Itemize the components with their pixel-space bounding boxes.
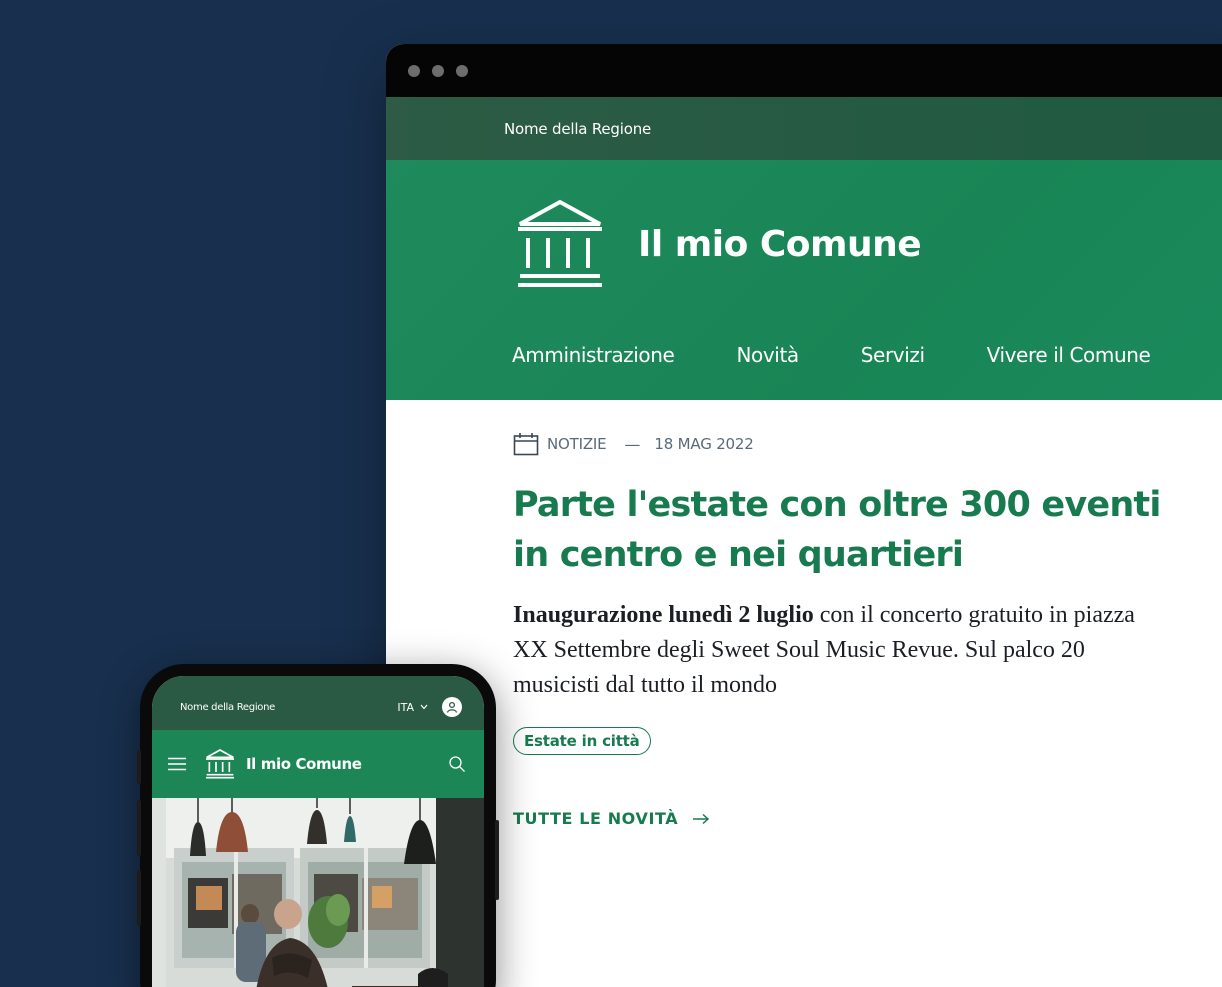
region-link[interactable]: Nome della Regione <box>504 120 651 138</box>
site-title: Il mio Comune <box>638 223 922 265</box>
window-dot-icon <box>456 64 468 77</box>
article-category[interactable]: NOTIZIE <box>547 435 607 453</box>
mobile-header: Il mio Comune <box>152 730 484 798</box>
nav-item-novita[interactable]: Novità <box>736 343 799 367</box>
phone-side-button <box>137 750 141 784</box>
mobile-site-title: Il mio Comune <box>246 755 362 773</box>
mobile-phone-mockup: Nome della Regione ITA Il mio Comune <box>137 664 499 987</box>
user-icon <box>446 701 458 713</box>
article-lead: Inaugurazione lunedì 2 luglio con il con… <box>513 598 1173 703</box>
article-date: 18 MAG 2022 <box>654 435 754 453</box>
user-avatar-button[interactable] <box>442 697 462 717</box>
all-news-link[interactable]: TUTTE LE NOVITÀ <box>513 809 1222 828</box>
article-content: NOTIZIE — 18 MAG 2022 Parte l'estate con… <box>386 400 1222 828</box>
search-icon[interactable] <box>448 755 466 773</box>
mobile-region-actions: ITA <box>397 697 462 717</box>
nav-item-servizi[interactable]: Servizi <box>861 343 925 367</box>
chevron-down-icon <box>420 704 428 710</box>
language-selector[interactable]: ITA <box>397 701 428 714</box>
mobile-site-brand[interactable]: Il mio Comune <box>204 748 362 780</box>
site-header: Il mio Comune Amministrazione Novità Ser… <box>386 160 1222 400</box>
region-bar: Nome della Regione <box>386 97 1222 160</box>
mobile-region-link[interactable]: Nome della Regione <box>180 702 275 713</box>
mobile-header-left: Il mio Comune <box>168 748 362 780</box>
municipality-icon <box>206 749 234 779</box>
phone-screen: Nome della Regione ITA Il mio Comune <box>152 676 484 987</box>
phone-power-button <box>495 820 499 900</box>
nav-item-amministrazione[interactable]: Amministrazione <box>512 343 675 367</box>
main-nav: Amministrazione Novità Servizi Vivere il… <box>512 343 1151 367</box>
article-lead-bold: Inaugurazione lunedì 2 luglio <box>513 602 814 628</box>
meta-separator: — <box>624 434 641 454</box>
browser-titlebar <box>386 44 1222 97</box>
mobile-region-bar: Nome della Regione ITA <box>152 676 484 730</box>
hero-photo <box>152 798 484 987</box>
calendar-icon <box>513 433 539 456</box>
desktop-browser-mockup: Nome della Regione Il mio Comune Amminis… <box>386 44 1222 987</box>
municipality-icon <box>518 199 602 287</box>
arrow-right-icon <box>693 813 710 824</box>
language-label: ITA <box>397 700 414 714</box>
nav-item-vivere-il-comune[interactable]: Vivere il Comune <box>987 343 1151 367</box>
window-dot-icon <box>408 64 420 77</box>
article-meta: NOTIZIE — 18 MAG 2022 <box>513 432 1222 456</box>
topic-tag[interactable]: Estate in città <box>513 727 651 755</box>
hamburger-icon[interactable] <box>168 757 186 771</box>
article-headline[interactable]: Parte l'estate con oltre 300 eventi in c… <box>513 480 1173 580</box>
site-brand[interactable]: Il mio Comune <box>514 196 922 292</box>
phone-side-button <box>137 870 141 926</box>
all-news-label: TUTTE LE NOVITÀ <box>513 809 679 828</box>
window-dot-icon <box>432 64 444 77</box>
phone-side-button <box>137 800 141 856</box>
mockup-stage: Nome della Regione Il mio Comune Amminis… <box>0 0 1222 987</box>
